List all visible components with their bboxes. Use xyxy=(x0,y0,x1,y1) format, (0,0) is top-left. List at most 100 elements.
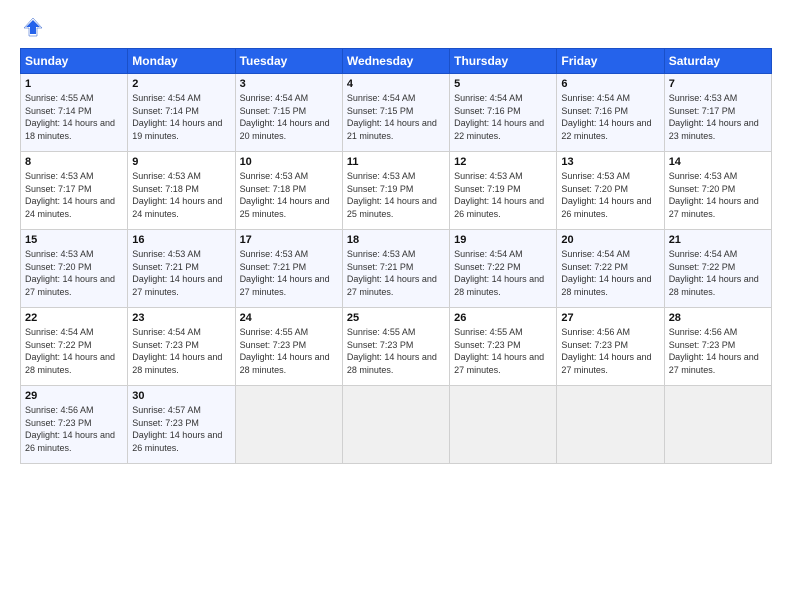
weekday-header-sunday: Sunday xyxy=(21,49,128,74)
calendar-cell: 3 Sunrise: 4:54 AMSunset: 7:15 PMDaylight… xyxy=(235,74,342,152)
cell-details: Sunrise: 4:54 AMSunset: 7:16 PMDaylight:… xyxy=(454,92,552,142)
cell-details: Sunrise: 4:54 AMSunset: 7:23 PMDaylight:… xyxy=(132,326,230,376)
cell-details: Sunrise: 4:57 AMSunset: 7:23 PMDaylight:… xyxy=(132,404,230,454)
weekday-header-row: SundayMondayTuesdayWednesdayThursdayFrid… xyxy=(21,49,772,74)
weekday-header-tuesday: Tuesday xyxy=(235,49,342,74)
calendar-cell: 21Sunrise: 4:54 AMSunset: 7:22 PMDayligh… xyxy=(664,230,771,308)
cell-details: Sunrise: 4:54 AMSunset: 7:22 PMDaylight:… xyxy=(454,248,552,298)
day-number: 1 xyxy=(25,78,123,90)
day-number: 14 xyxy=(669,156,767,168)
weekday-header-thursday: Thursday xyxy=(450,49,557,74)
calendar-week-row: 29 Sunrise: 4:56 AMSunset: 7:23 PMDayligh… xyxy=(21,386,772,464)
calendar-cell: 25 Sunrise: 4:55 AMSunset: 7:23 PMDayligh… xyxy=(342,308,449,386)
calendar-cell xyxy=(557,386,664,464)
calendar-cell: 24 Sunrise: 4:55 AMSunset: 7:23 PMDayligh… xyxy=(235,308,342,386)
cell-details: Sunrise: 4:53 AMSunset: 7:21 PMDaylight:… xyxy=(132,248,230,298)
cell-details: Sunrise: 4:55 AMSunset: 7:23 PMDaylight:… xyxy=(347,326,445,376)
calendar-cell: 8 Sunrise: 4:53 AMSunset: 7:17 PMDaylight… xyxy=(21,152,128,230)
calendar-cell: 17 Sunrise: 4:53 AMSunset: 7:21 PMDayligh… xyxy=(235,230,342,308)
day-number: 11 xyxy=(347,156,445,168)
day-number: 27 xyxy=(561,312,659,324)
cell-details: Sunrise: 4:53 AMSunset: 7:20 PMDaylight:… xyxy=(669,170,767,220)
cell-details: Sunrise: 4:55 AMSunset: 7:23 PMDaylight:… xyxy=(240,326,338,376)
day-number: 28 xyxy=(669,312,767,324)
cell-details: Sunrise: 4:54 AMSunset: 7:22 PMDaylight:… xyxy=(561,248,659,298)
logo xyxy=(20,16,44,38)
calendar-cell: 20 Sunrise: 4:54 AMSunset: 7:22 PMDayligh… xyxy=(557,230,664,308)
cell-details: Sunrise: 4:53 AMSunset: 7:20 PMDaylight:… xyxy=(561,170,659,220)
cell-details: Sunrise: 4:56 AMSunset: 7:23 PMDaylight:… xyxy=(561,326,659,376)
day-number: 5 xyxy=(454,78,552,90)
calendar-cell xyxy=(450,386,557,464)
cell-details: Sunrise: 4:53 AMSunset: 7:21 PMDaylight:… xyxy=(347,248,445,298)
cell-details: Sunrise: 4:54 AMSunset: 7:22 PMDaylight:… xyxy=(669,248,767,298)
cell-details: Sunrise: 4:56 AMSunset: 7:23 PMDaylight:… xyxy=(669,326,767,376)
calendar-cell: 30 Sunrise: 4:57 AMSunset: 7:23 PMDayligh… xyxy=(128,386,235,464)
calendar-cell xyxy=(342,386,449,464)
day-number: 16 xyxy=(132,234,230,246)
calendar-cell: 22 Sunrise: 4:54 AMSunset: 7:22 PMDayligh… xyxy=(21,308,128,386)
calendar-cell: 6Sunrise: 4:54 AMSunset: 7:16 PMDaylight… xyxy=(557,74,664,152)
day-number: 17 xyxy=(240,234,338,246)
day-number: 22 xyxy=(25,312,123,324)
weekday-header-friday: Friday xyxy=(557,49,664,74)
calendar-cell: 29 Sunrise: 4:56 AMSunset: 7:23 PMDayligh… xyxy=(21,386,128,464)
calendar-cell xyxy=(235,386,342,464)
cell-details: Sunrise: 4:53 AMSunset: 7:19 PMDaylight:… xyxy=(454,170,552,220)
cell-details: Sunrise: 4:53 AMSunset: 7:17 PMDaylight:… xyxy=(669,92,767,142)
page: SundayMondayTuesdayWednesdayThursdayFrid… xyxy=(0,0,792,612)
day-number: 2 xyxy=(132,78,230,90)
cell-details: Sunrise: 4:56 AMSunset: 7:23 PMDaylight:… xyxy=(25,404,123,454)
cell-details: Sunrise: 4:53 AMSunset: 7:17 PMDaylight:… xyxy=(25,170,123,220)
calendar-cell: 23 Sunrise: 4:54 AMSunset: 7:23 PMDayligh… xyxy=(128,308,235,386)
day-number: 29 xyxy=(25,390,123,402)
day-number: 7 xyxy=(669,78,767,90)
weekday-header-saturday: Saturday xyxy=(664,49,771,74)
calendar-cell: 27 Sunrise: 4:56 AMSunset: 7:23 PMDayligh… xyxy=(557,308,664,386)
calendar-cell: 15Sunrise: 4:53 AMSunset: 7:20 PMDayligh… xyxy=(21,230,128,308)
calendar-week-row: 8 Sunrise: 4:53 AMSunset: 7:17 PMDaylight… xyxy=(21,152,772,230)
cell-details: Sunrise: 4:53 AMSunset: 7:18 PMDaylight:… xyxy=(132,170,230,220)
day-number: 24 xyxy=(240,312,338,324)
calendar-week-row: 15Sunrise: 4:53 AMSunset: 7:20 PMDayligh… xyxy=(21,230,772,308)
day-number: 10 xyxy=(240,156,338,168)
day-number: 3 xyxy=(240,78,338,90)
cell-details: Sunrise: 4:55 AMSunset: 7:23 PMDaylight:… xyxy=(454,326,552,376)
day-number: 30 xyxy=(132,390,230,402)
calendar-cell: 14 Sunrise: 4:53 AMSunset: 7:20 PMDayligh… xyxy=(664,152,771,230)
cell-details: Sunrise: 4:54 AMSunset: 7:15 PMDaylight:… xyxy=(240,92,338,142)
day-number: 13 xyxy=(561,156,659,168)
calendar-cell: 9 Sunrise: 4:53 AMSunset: 7:18 PMDaylight… xyxy=(128,152,235,230)
calendar-cell: 5 Sunrise: 4:54 AMSunset: 7:16 PMDaylight… xyxy=(450,74,557,152)
day-number: 25 xyxy=(347,312,445,324)
calendar-table: SundayMondayTuesdayWednesdayThursdayFrid… xyxy=(20,48,772,464)
day-number: 8 xyxy=(25,156,123,168)
day-number: 15 xyxy=(25,234,123,246)
weekday-header-wednesday: Wednesday xyxy=(342,49,449,74)
calendar-cell xyxy=(664,386,771,464)
day-number: 23 xyxy=(132,312,230,324)
day-number: 12 xyxy=(454,156,552,168)
calendar-cell: 7 Sunrise: 4:53 AMSunset: 7:17 PMDaylight… xyxy=(664,74,771,152)
day-number: 9 xyxy=(132,156,230,168)
cell-details: Sunrise: 4:54 AMSunset: 7:15 PMDaylight:… xyxy=(347,92,445,142)
calendar-cell: 18 Sunrise: 4:53 AMSunset: 7:21 PMDayligh… xyxy=(342,230,449,308)
calendar-cell: 28 Sunrise: 4:56 AMSunset: 7:23 PMDayligh… xyxy=(664,308,771,386)
cell-details: Sunrise: 4:53 AMSunset: 7:19 PMDaylight:… xyxy=(347,170,445,220)
cell-details: Sunrise: 4:53 AMSunset: 7:21 PMDaylight:… xyxy=(240,248,338,298)
calendar-week-row: 1Sunrise: 4:55 AMSunset: 7:14 PMDaylight… xyxy=(21,74,772,152)
calendar-week-row: 22 Sunrise: 4:54 AMSunset: 7:22 PMDayligh… xyxy=(21,308,772,386)
calendar-cell: 1Sunrise: 4:55 AMSunset: 7:14 PMDaylight… xyxy=(21,74,128,152)
day-number: 18 xyxy=(347,234,445,246)
cell-details: Sunrise: 4:54 AMSunset: 7:14 PMDaylight:… xyxy=(132,92,230,142)
day-number: 20 xyxy=(561,234,659,246)
cell-details: Sunrise: 4:53 AMSunset: 7:18 PMDaylight:… xyxy=(240,170,338,220)
weekday-header-monday: Monday xyxy=(128,49,235,74)
calendar-cell: 11 Sunrise: 4:53 AMSunset: 7:19 PMDayligh… xyxy=(342,152,449,230)
calendar-cell: 26Sunrise: 4:55 AMSunset: 7:23 PMDayligh… xyxy=(450,308,557,386)
cell-details: Sunrise: 4:54 AMSunset: 7:22 PMDaylight:… xyxy=(25,326,123,376)
calendar-cell: 2 Sunrise: 4:54 AMSunset: 7:14 PMDaylight… xyxy=(128,74,235,152)
calendar-cell: 19Sunrise: 4:54 AMSunset: 7:22 PMDayligh… xyxy=(450,230,557,308)
cell-details: Sunrise: 4:54 AMSunset: 7:16 PMDaylight:… xyxy=(561,92,659,142)
calendar-cell: 4Sunrise: 4:54 AMSunset: 7:15 PMDaylight… xyxy=(342,74,449,152)
